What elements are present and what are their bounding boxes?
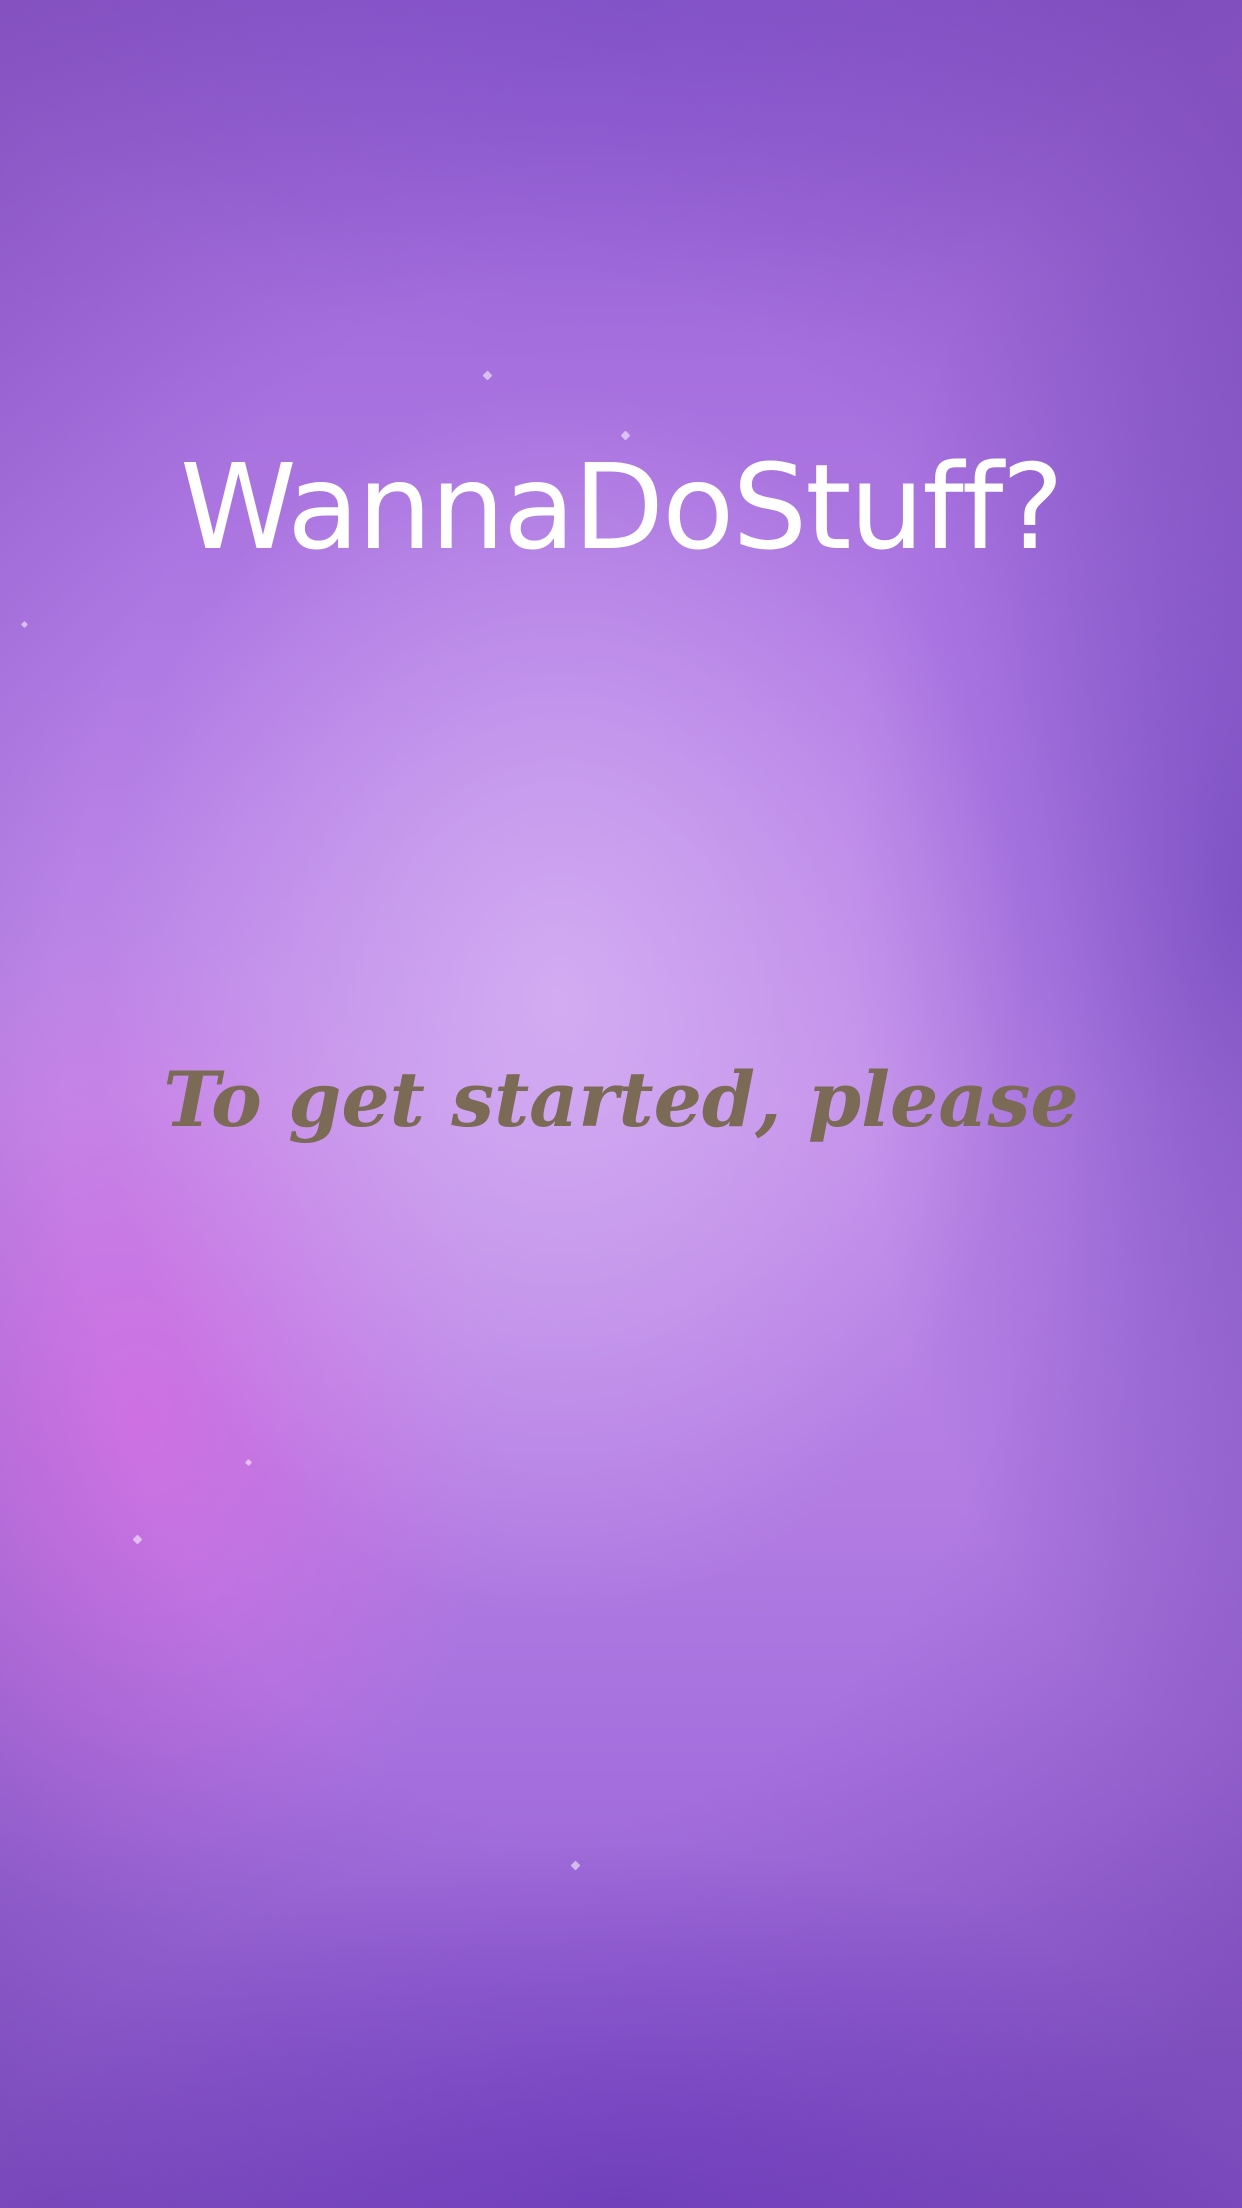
sparkle-decoration <box>20 620 29 629</box>
sparkle-decoration <box>132 1534 143 1545</box>
get-started-prompt: To get started, please <box>163 1055 1079 1144</box>
splash-screen: WannaDoStuff? To get started, please <box>0 0 1242 2208</box>
app-title: WannaDoStuff? <box>179 438 1064 576</box>
sparkle-decoration <box>570 1860 581 1871</box>
sparkle-decoration <box>482 370 493 381</box>
sparkle-decoration <box>244 1458 253 1467</box>
